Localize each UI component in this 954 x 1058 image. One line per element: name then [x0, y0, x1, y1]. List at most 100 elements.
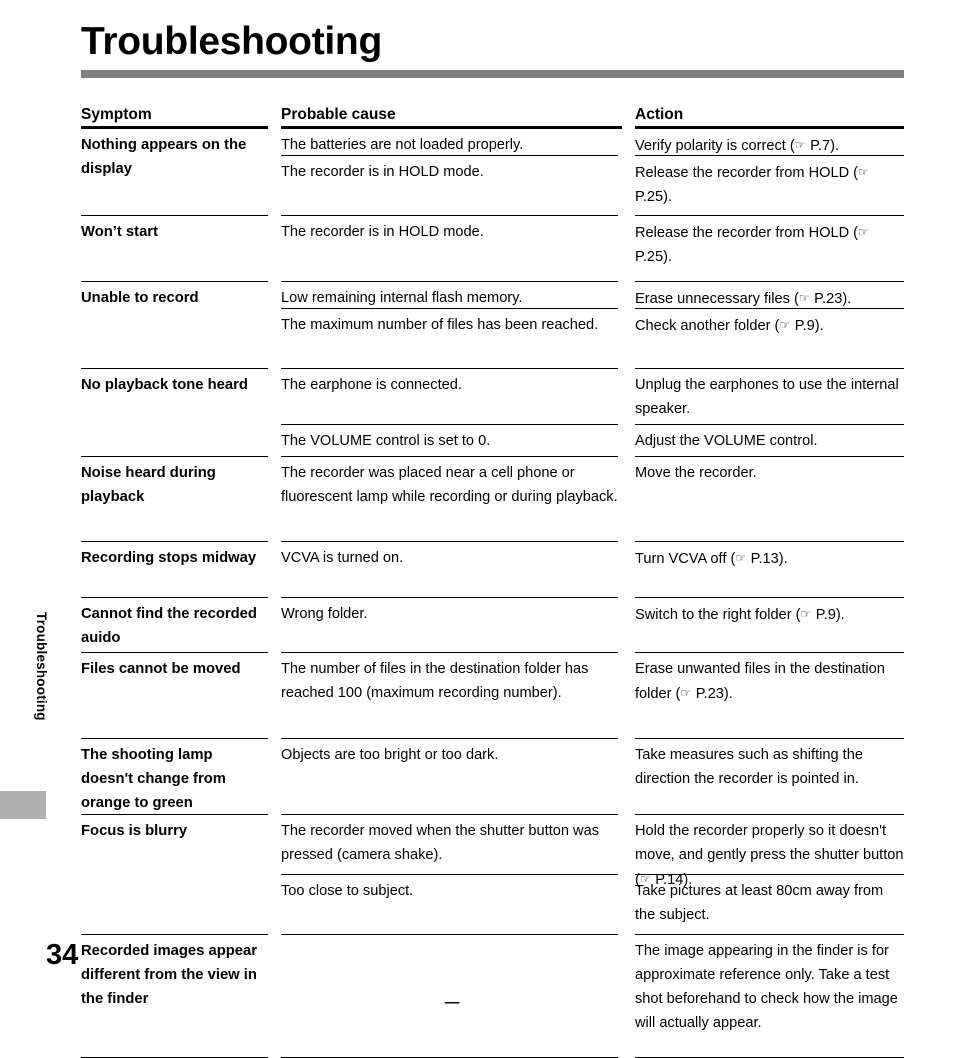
action-cell: Erase unnecessary files (☞ P.23). Check a…: [635, 282, 904, 370]
symptom-cell: Files cannot be moved: [81, 653, 272, 740]
pointing-hand-icon: ☞: [680, 686, 692, 700]
symptom-cell: Noise heard during playback: [81, 457, 272, 543]
symptom-cell: Cannot find the recorded auido: [81, 598, 272, 654]
action-text: Turn VCVA off (☞ P.13).: [635, 542, 904, 599]
action-page-reference: P.9).: [811, 607, 845, 623]
action-text-lead: Release the recorder from HOLD (: [635, 165, 859, 181]
probable-cause-cell: Objects are too bright or too dark.: [281, 739, 626, 816]
table-row: Noise heard during playback The recorder …: [81, 457, 904, 543]
symptom-cell: Won’t start: [81, 216, 272, 283]
symptom-cell: Recording stops midway: [81, 542, 272, 599]
action-text-lead: Check another folder (: [635, 318, 780, 334]
action-page-reference: P.23).: [810, 291, 852, 307]
side-tab-label: Troubleshooting: [34, 612, 49, 721]
probable-cause-text: The recorder moved when the shutter butt…: [281, 815, 622, 876]
action-page-reference: P.23).: [691, 686, 733, 702]
symptom-text: No playback tone heard: [81, 377, 248, 393]
symptom-text: Focus is blurry: [81, 823, 188, 839]
table-row: The shooting lamp doesn't change from or…: [81, 739, 904, 816]
column-header-action: Action: [635, 105, 904, 129]
action-cell: Hold the recorder properly so it doesn't…: [635, 815, 904, 936]
action-text: Release the recorder from HOLD (☞ P.25).: [635, 156, 904, 217]
probable-cause-text: Objects are too bright or too dark.: [281, 739, 622, 816]
page-number: 34: [46, 939, 79, 971]
action-text-lead: Turn VCVA off (: [635, 551, 736, 567]
table-row: Recording stops midway VCVA is turned on.…: [81, 542, 904, 599]
symptom-text: Recording stops midway: [81, 550, 257, 566]
symptom-cell: Focus is blurry: [81, 815, 272, 935]
pointing-hand-icon: ☞: [779, 318, 791, 332]
table-row: No playback tone heard The earphone is co…: [81, 369, 904, 458]
symptom-cell: Nothing appears on the display: [81, 129, 272, 217]
action-text: Release the recorder from HOLD (☞ P.25).: [635, 216, 904, 283]
table-row: Files cannot be moved The number of files…: [81, 653, 904, 740]
action-text: Check another folder (☞ P.9).: [635, 309, 904, 370]
pointing-hand-icon: ☞: [800, 607, 812, 621]
probable-cause-cell: Low remaining internal flash memory. The …: [281, 282, 626, 370]
probable-cause-text: Too close to subject.: [281, 875, 622, 936]
troubleshooting-table: Symptom Probable cause Action Nothing ap…: [81, 105, 904, 1058]
column-header-probable-cause: Probable cause: [281, 105, 626, 129]
table-row: Won’t start The recorder is in HOLD mode.…: [81, 216, 904, 283]
action-page-reference: P.9).: [790, 318, 824, 334]
action-text: Erase unwanted files in the destination …: [635, 653, 904, 740]
table-row: Cannot find the recorded auido Wrong fold…: [81, 598, 904, 654]
symptom-text: Cannot find the recorded auido: [81, 606, 257, 646]
symptom-cell: No playback tone heard: [81, 369, 272, 458]
action-text-lead: Erase unwanted files in the destination …: [635, 661, 885, 702]
symptom-text: Files cannot be moved: [81, 661, 241, 677]
action-text: Hold the recorder properly so it doesn't…: [635, 815, 904, 888]
action-cell: The image appearing in the finder is for…: [635, 935, 904, 1058]
symptom-cell: The shooting lamp doesn't change from or…: [81, 739, 272, 816]
probable-cause-cell: VCVA is turned on.: [281, 542, 626, 599]
action-text: Move the recorder.: [635, 457, 904, 543]
table-body: Nothing appears on the display The batter…: [81, 129, 904, 1058]
pointing-hand-icon: ☞: [858, 225, 870, 239]
pointing-hand-icon: ☞: [794, 138, 807, 152]
probable-cause-text: The recorder is in HOLD mode.: [281, 156, 622, 217]
probable-cause-text: The batteries are not loaded properly.: [281, 129, 622, 157]
action-text: Adjust the VOLUME control.: [635, 425, 904, 458]
probable-cause-cell: The recorder was placed near a cell phon…: [281, 457, 626, 543]
action-page-reference: P.13).: [746, 551, 788, 567]
action-cell: Take measures such as shifting the direc…: [635, 739, 904, 816]
probable-cause-cell: The earphone is connected. The VOLUME con…: [281, 369, 626, 458]
side-tab-marker: [0, 791, 46, 819]
probable-cause-cell: The number of files in the destination f…: [281, 653, 626, 740]
action-text: Take measures such as shifting the direc…: [635, 739, 904, 816]
probable-cause-cell: The recorder moved when the shutter butt…: [281, 815, 626, 936]
action-text-lead: Verify polarity is correct (: [635, 138, 795, 154]
action-page-reference: P.25).: [635, 189, 673, 205]
probable-cause-text: The recorder was placed near a cell phon…: [281, 457, 622, 543]
action-cell: Erase unwanted files in the destination …: [635, 653, 904, 740]
action-text: Take pictures at least 80cm away from th…: [635, 875, 904, 936]
action-text-lead: Release the recorder from HOLD (: [635, 225, 859, 241]
table-row: Nothing appears on the display The batter…: [81, 129, 904, 217]
action-text: Unplug the earphones to use the internal…: [635, 369, 904, 426]
probable-cause-cell: The recorder is in HOLD mode.: [281, 216, 626, 283]
symptom-cell: Recorded images appear different from th…: [81, 935, 272, 1058]
action-text: Switch to the right folder (☞ P.9).: [635, 598, 904, 654]
pointing-hand-icon: ☞: [798, 291, 811, 305]
action-cell: Move the recorder.: [635, 457, 904, 543]
column-header-symptom: Symptom: [81, 105, 272, 129]
probable-cause-text: —: [281, 935, 622, 1058]
table-row: Recorded images appear different from th…: [81, 935, 904, 1058]
symptom-text: Won’t start: [81, 224, 158, 240]
title-underline-bar: [81, 70, 904, 78]
symptom-text: Recorded images appear different from th…: [81, 943, 257, 1007]
action-text: Verify polarity is correct (☞ P.7).: [635, 129, 904, 157]
action-text-lead: Erase unnecessary files (: [635, 291, 799, 307]
probable-cause-text: The maximum number of files has been rea…: [281, 309, 622, 370]
pointing-hand-icon: ☞: [735, 551, 747, 565]
probable-cause-text: Wrong folder.: [281, 598, 622, 654]
pointing-hand-icon: ☞: [858, 165, 870, 179]
action-text-lead: Switch to the right folder (: [635, 607, 801, 623]
action-text: The image appearing in the finder is for…: [635, 935, 904, 1058]
symptom-cell: Unable to record: [81, 282, 272, 370]
action-cell: Verify polarity is correct (☞ P.7). Relea…: [635, 129, 904, 217]
probable-cause-text: The VOLUME control is set to 0.: [281, 425, 622, 458]
action-cell: Turn VCVA off (☞ P.13).: [635, 542, 904, 599]
table-header-row: Symptom Probable cause Action: [81, 105, 904, 129]
symptom-text: Nothing appears on the display: [81, 137, 247, 177]
